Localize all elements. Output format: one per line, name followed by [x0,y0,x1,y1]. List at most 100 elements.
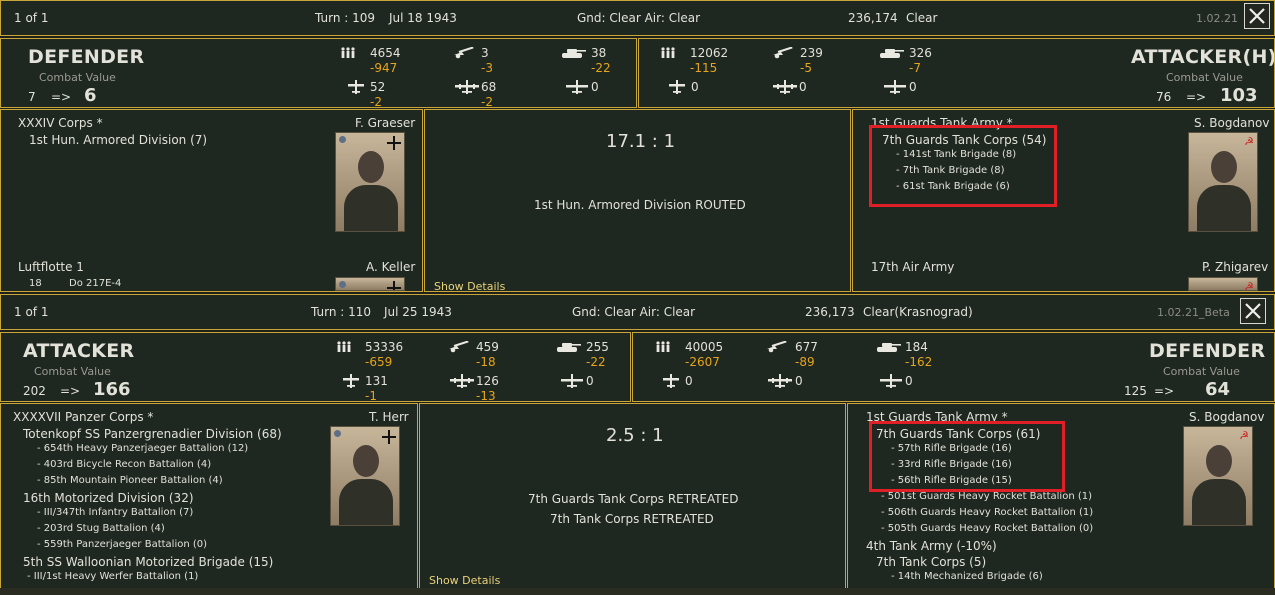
bomber-icon [450,374,474,388]
weather: Gnd: Clear Air: Clear [577,11,701,25]
hq-name: XXXXVII Panzer Corps * [13,410,154,424]
leader-portrait [335,132,405,232]
leader-name: F. Graeser [355,116,416,130]
guns-loss: -18 [476,355,496,369]
subunit-item: - 559th Panzerjaeger Battalion (0) [37,539,208,550]
turn-label: Turn : 109 [315,11,376,25]
tank-icon [879,47,905,59]
combat-value-before: 125 [1124,384,1147,398]
air1-count: 0 [685,374,693,388]
afv-loss: -7 [909,61,921,75]
transport-plane-icon [561,374,583,388]
fighter-icon [347,80,365,94]
guns-count: 3 [481,46,489,60]
show-details-link[interactable]: Show Details [434,280,505,291]
panel1-defender-units: XXXIV Corps * F. Graeser 1st Hun. Armore… [0,109,423,292]
combat-value-before: 76 [1156,90,1172,104]
battle-counter: 1 of 1 [14,305,49,319]
men-count: 53336 [365,340,404,354]
subunit-item: - III/1st Heavy Werfer Battalion (1) [27,571,199,582]
turn-label: Turn : 110 [311,305,372,319]
weather: Gnd: Clear Air: Clear [572,305,696,319]
guns-loss: -3 [481,61,493,75]
result-line: 7th Guards Tank Corps RETREATED [528,492,739,506]
side-role: ATTACKER(H) [1131,46,1275,68]
air1-count: 0 [691,80,699,94]
panel1-attacker-stats: 12062 -115 239 -5 326 -7 0 0 0 ATTACKER(… [638,38,1275,108]
close-button[interactable] [1244,3,1270,29]
highlight-box [869,421,1065,492]
air-leader-name: P. Zhigarev [1202,260,1269,274]
panel1-attacker-units: 1st Guards Tank Army * S. Bogdanov 7th G… [852,109,1275,292]
artillery-icon [766,341,788,353]
panel2-defender-stats: 40005 -2607 677 -89 184 -162 0 0 0 DEFEN… [632,332,1275,402]
men-loss: -115 [690,61,718,75]
terrain: Clear(Krasnograd) [863,305,973,319]
side-role: ATTACKER [23,340,135,362]
combat-value-label: Combat Value [1163,365,1240,378]
subunit-item: - 501st Guards Heavy Rocket Battalion (1… [881,491,1093,502]
panel1-header: 1 of 1 Turn : 109 Jul 18 1943 Gnd: Clear… [0,0,1275,36]
bottom-strip [0,588,1275,595]
men-loss: -2607 [685,355,720,369]
air-leader-portrait: ☭ [1188,277,1258,291]
result-line: 1st Hun. Armored Division ROUTED [534,198,746,212]
men-loss: -947 [370,61,398,75]
combat-value-label: Combat Value [34,365,111,378]
fighter-icon [662,374,680,388]
hq-name: XXXIV Corps * [18,116,103,130]
afv-loss: -162 [905,355,933,369]
combat-value-before: 202 [23,384,46,398]
air3-count: 0 [905,374,913,388]
guns-count: 459 [476,340,499,354]
panel2-attacker-stats: ATTACKER Combat Value 202 => 166 53336 -… [0,332,631,402]
air2-count: 68 [481,80,497,94]
corps-name: 7th Tank Corps (5) [876,555,987,569]
leader-name: S. Bogdanov [1189,410,1265,424]
turn-date: Jul 18 1943 [389,11,457,25]
odds-ratio: 2.5 : 1 [606,425,664,446]
men-count: 40005 [685,340,724,354]
result-line: 7th Tank Corps RETREATED [550,512,714,526]
bomber-icon [455,80,479,94]
unit-item: 1st Hun. Armored Division (7) [29,133,208,147]
show-details-link[interactable]: Show Details [429,574,500,587]
bomber-icon [768,374,792,388]
air2-count: 0 [799,80,807,94]
army-name: 4th Tank Army (-10%) [866,539,997,553]
afv-count: 38 [591,46,607,60]
close-button[interactable] [1240,298,1266,324]
air3-count: 0 [591,80,599,94]
air-leader-portrait [335,277,405,291]
highlight-box [869,125,1057,207]
air-hq-name: Luftflotte 1 [18,260,84,274]
air1-count: 52 [370,80,386,94]
leader-portrait [330,426,400,526]
artillery-icon [453,47,475,59]
terrain: Clear [906,11,938,25]
air3-count: 0 [586,374,594,388]
tank-icon [876,341,902,353]
subunit-item: - 506th Guards Heavy Rocket Battalion (1… [881,507,1094,518]
men-count: 12062 [690,46,729,60]
fighter-icon [668,80,686,94]
tank-icon [561,47,587,59]
side-role: DEFENDER [1149,340,1266,362]
air-group-type: Do 217E-4 [69,278,122,289]
leader-name: T. Herr [369,410,409,424]
guns-count: 239 [800,46,823,60]
odds-ratio: 17.1 : 1 [606,131,676,152]
air-hq-name: 17th Air Army [871,260,955,274]
hex-coordinates: 236,173 [805,305,855,319]
air2-count: 0 [795,374,803,388]
division-name: 16th Motorized Division (32) [23,491,194,505]
subunit-item: - 403rd Bicycle Recon Battalion (4) [37,459,212,470]
air-leader-name: A. Keller [366,260,416,274]
afv-count: 255 [586,340,609,354]
guns-loss: -5 [800,61,812,75]
combat-value-after: 64 [1205,379,1231,400]
afv-count: 326 [909,46,932,60]
panel2-result: 2.5 : 1 7th Guards Tank Corps RETREATED … [419,403,846,591]
afv-loss: -22 [586,355,606,369]
air1-count: 131 [365,374,388,388]
